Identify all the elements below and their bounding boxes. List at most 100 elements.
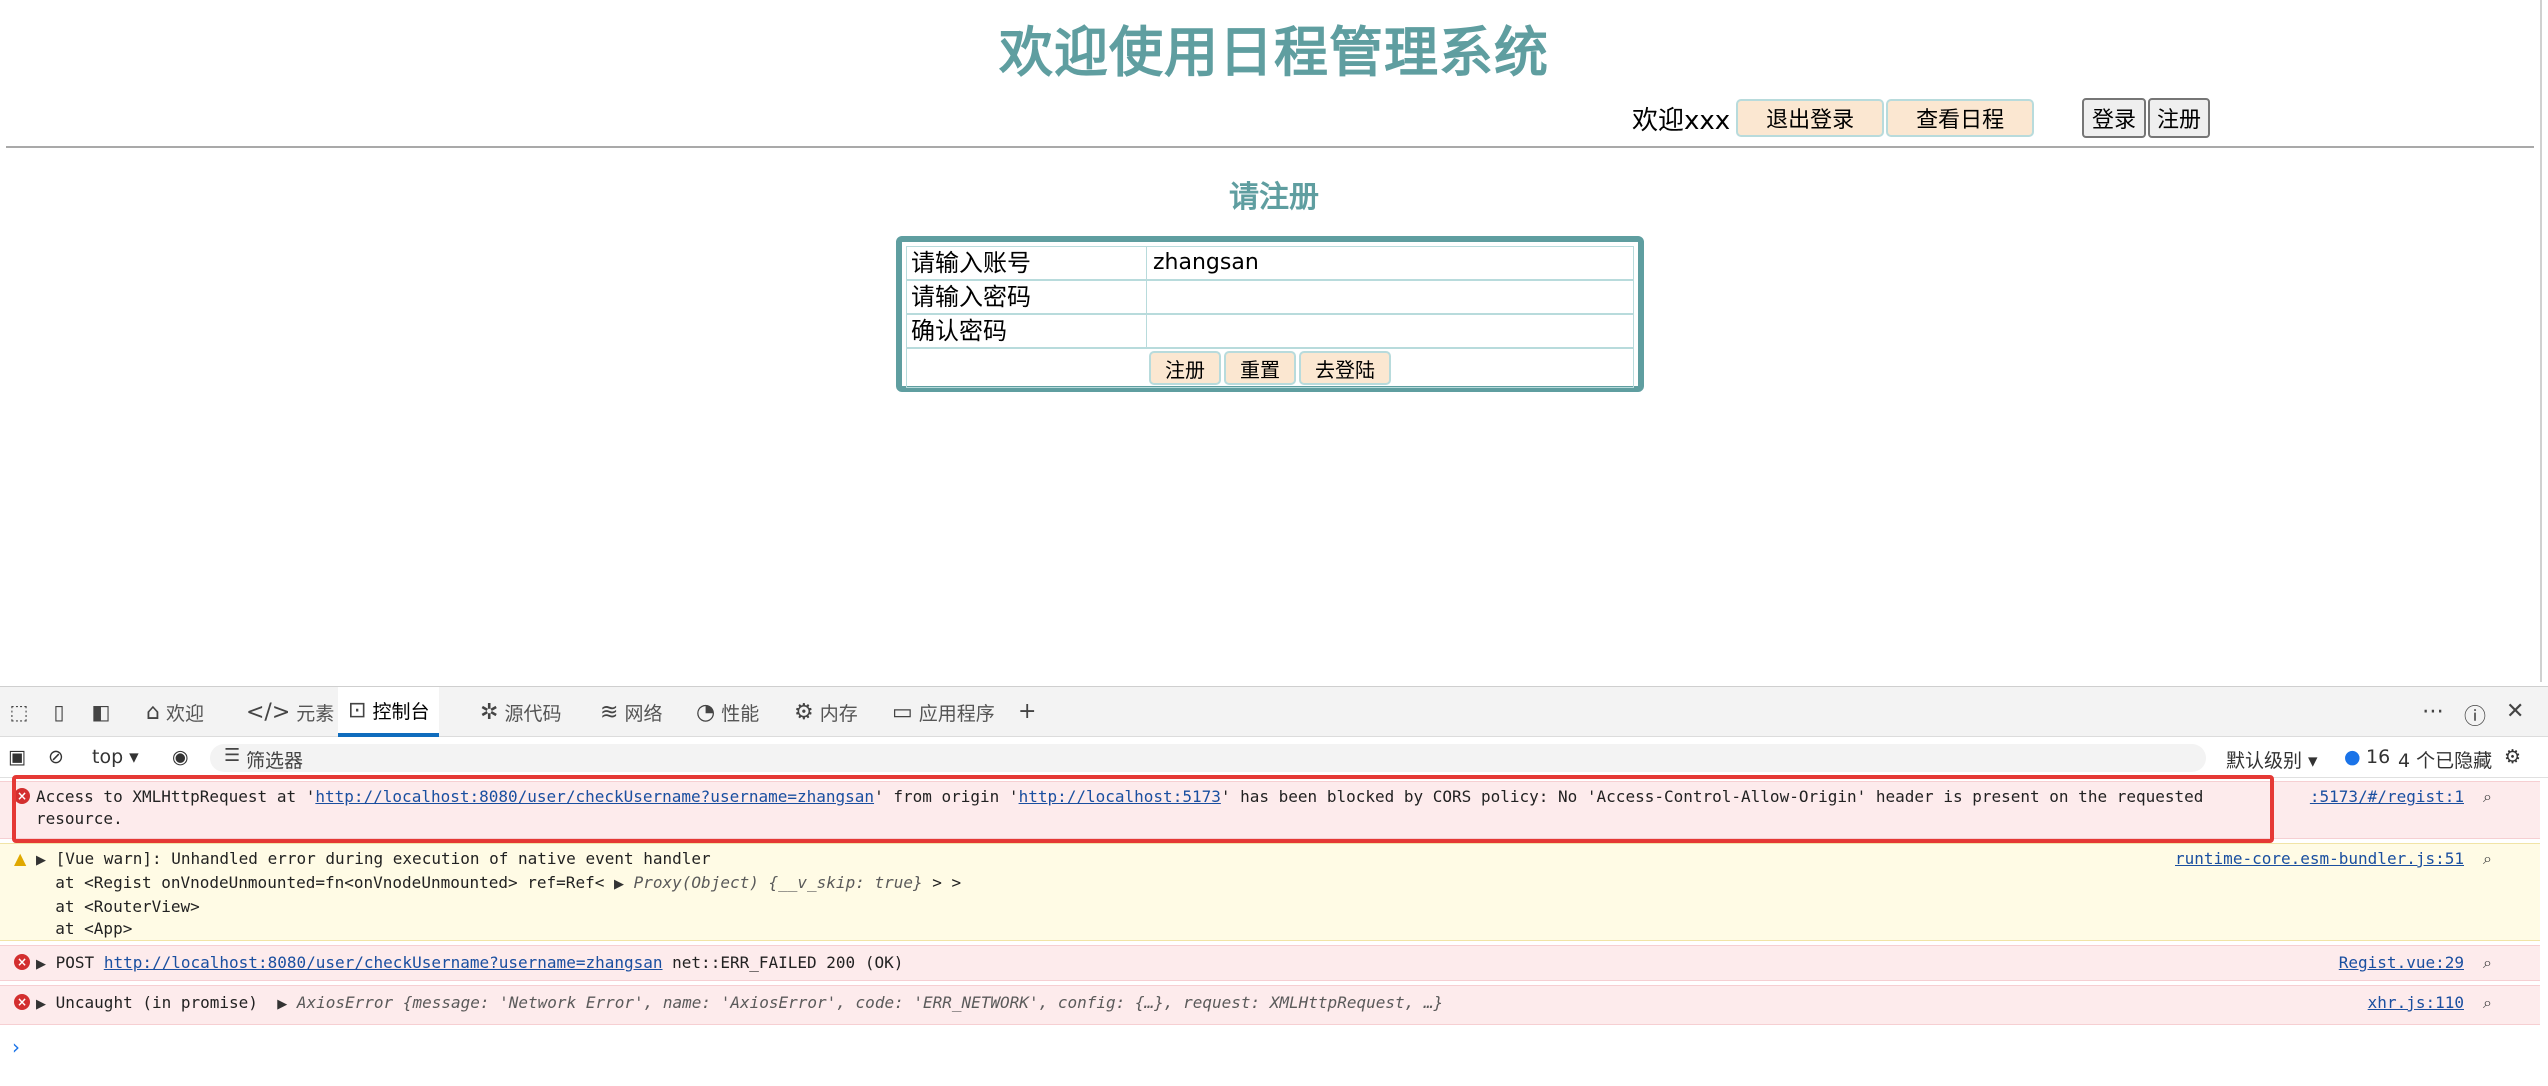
tab-label: 内存 <box>819 702 858 725</box>
register-nav-button[interactable]: 注册 <box>2148 98 2210 138</box>
msg-part: > > <box>932 873 962 892</box>
chip-icon: ⚙ <box>794 699 814 725</box>
view-schedule-button[interactable]: 查看日程 <box>1886 99 2035 137</box>
tab-label: 元素 <box>296 702 335 725</box>
expand-triangle-icon[interactable]: ▶ <box>614 877 624 892</box>
console-message-post-error[interactable]: × ▶ POST http://localhost:8080/user/chec… <box>0 945 2540 981</box>
search-icon[interactable]: ⌕ <box>2483 786 2492 808</box>
tab-label: 欢迎 <box>165 702 204 725</box>
source-link[interactable]: xhr.js:110 <box>2368 992 2464 1014</box>
source-link[interactable]: Regist.vue:29 <box>2339 952 2464 974</box>
divider <box>6 146 2534 148</box>
dock-icon[interactable]: ◧ <box>88 699 114 725</box>
log-levels-select[interactable]: 默认级别 ▾ <box>2226 746 2318 773</box>
goto-login-button[interactable]: 去登陆 <box>1299 351 1391 385</box>
console-icon: ⊡ <box>348 697 367 723</box>
source-link[interactable]: runtime-core.esm-bundler.js:51 <box>2175 848 2464 870</box>
msg-part: Proxy(Object) <box>633 873 759 892</box>
confirm-password-input[interactable] <box>1147 315 1633 347</box>
msg-part: POST <box>55 953 95 972</box>
msg-part: {__v_skip: true} <box>768 873 923 892</box>
source-link[interactable]: :5173/#/regist:1 <box>2310 786 2464 808</box>
expand-triangle-icon[interactable]: ▶ <box>36 853 46 868</box>
tab-network[interactable]: ≋ 网络 <box>590 687 672 737</box>
console-message-cors-error[interactable]: × Access to XMLHttpRequest at 'http://lo… <box>0 781 2540 839</box>
page-title: 欢迎使用日程管理系统 <box>999 21 1549 84</box>
code-icon: </> <box>246 699 291 725</box>
close-icon[interactable]: ✕ <box>2506 699 2524 724</box>
add-tab-icon[interactable]: + <box>1018 699 1036 724</box>
wifi-icon: ≋ <box>600 699 619 725</box>
clear-console-icon[interactable]: ⊘ <box>48 746 64 768</box>
device-toggle-icon[interactable]: ▯ <box>46 699 72 725</box>
expand-triangle-icon[interactable]: ▶ <box>36 957 46 972</box>
search-icon[interactable]: ⌕ <box>2483 848 2492 870</box>
hidden-count: 4 个已隐藏 <box>2398 750 2493 772</box>
username-label: 请输入账号 <box>907 247 1147 279</box>
tab-application[interactable]: ▭ 应用程序 <box>882 687 1005 737</box>
top-navbar: 欢迎xxx 退出登录 查看日程 <box>1632 98 2035 138</box>
context-value: top <box>92 746 124 768</box>
filter-input[interactable]: ☰ 筛选器 <box>210 744 2206 772</box>
msg-part: at <Regist onVnodeUnmounted=fn<onVnodeUn… <box>55 873 605 892</box>
tab-sources[interactable]: ✲ 源代码 <box>470 687 571 737</box>
console-message-uncaught[interactable]: × ▶ Uncaught (in promise) ▶ AxiosError {… <box>0 985 2540 1025</box>
console-message-vue-warn[interactable]: ▲ ▶ [Vue warn]: Unhandled error during e… <box>0 843 2540 941</box>
password-row: 请输入密码 <box>906 280 1634 314</box>
logout-button[interactable]: 退出登录 <box>1736 99 1885 137</box>
message-text: Access to XMLHttpRequest at 'http://loca… <box>36 786 2270 830</box>
web-page: 欢迎使用日程管理系统 欢迎xxx 退出登录 查看日程 登录 注册 请注册 请输入… <box>0 0 2548 686</box>
tab-label: 控制台 <box>372 700 430 723</box>
context-select[interactable]: top ▾ <box>92 746 139 768</box>
page-scroll-edge <box>2540 0 2542 682</box>
msg-part: Access to XMLHttpRequest at ' <box>36 787 316 806</box>
message-text: ▶ [Vue warn]: Unhandled error during exe… <box>36 848 2270 940</box>
origin-link[interactable]: http://localhost:5173 <box>1019 787 1221 806</box>
app-icon: ▭ <box>892 699 913 725</box>
tab-performance[interactable]: ◔ 性能 <box>686 687 769 737</box>
devtools-panel: ⬚ ▯ ◧ ⌂ 欢迎 </> 元素 ⊡ 控制台 ✲ 源代码 ≋ 网络 ◔ 性能 ⚙ 内存 ▭ 应… <box>0 686 2548 1086</box>
console-prompt-icon[interactable]: › <box>12 1035 20 1059</box>
form-subtitle: 请注册 <box>1229 180 1319 215</box>
more-icon[interactable]: ⋯ <box>2422 699 2444 724</box>
error-icon: × <box>14 954 30 970</box>
msg-part: at <App> <box>55 919 133 938</box>
msg-part: [Vue warn]: Unhandled error during execu… <box>55 849 711 868</box>
password-label: 请输入密码 <box>907 281 1147 313</box>
request-url-link[interactable]: http://localhost:8080/user/checkUsername… <box>104 953 663 972</box>
gauge-icon: ◔ <box>696 699 716 725</box>
issues-icon[interactable]: ● <box>2344 746 2361 768</box>
tab-elements[interactable]: </> 元素 <box>236 687 344 737</box>
username-row: 请输入账号 zhangsan <box>906 246 1634 280</box>
confirm-password-label: 确认密码 <box>907 315 1147 347</box>
inspect-icon[interactable]: ⬚ <box>6 699 32 725</box>
issues-count[interactable]: 16 <box>2366 746 2390 768</box>
search-icon[interactable]: ⌕ <box>2483 952 2492 974</box>
help-icon[interactable]: ⓘ <box>2464 699 2486 731</box>
console-settings-icon[interactable]: ⚙ <box>2504 746 2521 768</box>
request-url-link[interactable]: http://localhost:8080/user/checkUsername… <box>315 787 874 806</box>
tab-memory[interactable]: ⚙ 内存 <box>784 687 868 737</box>
form-button-row: 注册 重置 去登陆 <box>906 348 1634 388</box>
submit-register-button[interactable]: 注册 <box>1149 351 1221 385</box>
filter-placeholder: 筛选器 <box>246 750 304 772</box>
tab-label: 网络 <box>624 702 663 725</box>
msg-part: ' from origin ' <box>874 787 1019 806</box>
sidebar-toggle-icon[interactable]: ▣ <box>8 746 26 768</box>
msg-part: Uncaught (in promise) <box>55 993 258 1012</box>
tab-welcome[interactable]: ⌂ 欢迎 <box>136 687 214 737</box>
message-text: ▶ POST http://localhost:8080/user/checkU… <box>36 952 2270 976</box>
filter-icon: ☰ <box>224 745 241 766</box>
tab-console[interactable]: ⊡ 控制台 <box>338 687 440 737</box>
expand-triangle-icon[interactable]: ▶ <box>277 997 287 1012</box>
login-button[interactable]: 登录 <box>2082 98 2146 138</box>
username-input[interactable]: zhangsan <box>1147 247 1633 279</box>
password-input[interactable] <box>1147 281 1633 313</box>
message-text: ▶ Uncaught (in promise) ▶ AxiosError {me… <box>36 992 2270 1016</box>
welcome-text: 欢迎xxx <box>1632 105 1731 136</box>
search-icon[interactable]: ⌕ <box>2483 992 2492 1014</box>
eye-icon[interactable]: ◉ <box>172 746 189 768</box>
expand-triangle-icon[interactable]: ▶ <box>36 997 46 1012</box>
register-form: 请输入账号 zhangsan 请输入密码 确认密码 注册 重置 去登陆 <box>896 236 1644 392</box>
reset-button[interactable]: 重置 <box>1224 351 1296 385</box>
